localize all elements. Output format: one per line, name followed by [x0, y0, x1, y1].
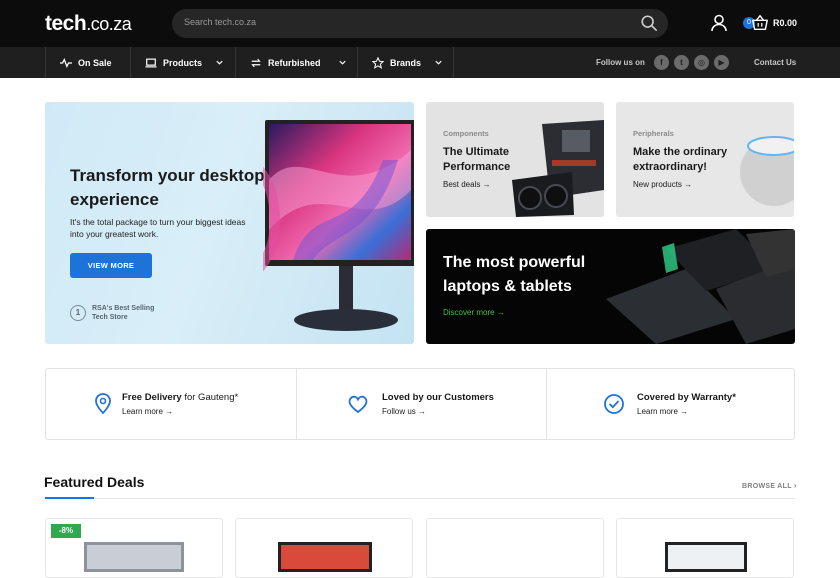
feature-free-delivery-link[interactable]: Learn more → — [122, 407, 173, 416]
feature-warranty[interactable]: Covered by Warranty* Learn more → — [546, 369, 796, 439]
arrow-right-icon: → — [165, 407, 174, 416]
promo-peripherals-eyebrow: Peripherals — [633, 129, 674, 138]
chevron-down-icon — [435, 60, 442, 65]
promo-laptops[interactable]: The most powerful laptops & tablets Disc… — [426, 229, 795, 344]
feature-loved[interactable]: Loved by our Customers Follow us → — [296, 369, 546, 439]
feature-loved-link[interactable]: Follow us → — [382, 407, 426, 416]
product-card[interactable] — [426, 518, 604, 578]
product-card[interactable] — [616, 518, 794, 578]
chevron-right-icon: › — [793, 481, 797, 490]
nav-brands[interactable]: Brands — [357, 47, 454, 78]
award-badge: 1 RSA's Best Selling Tech Store — [70, 304, 167, 322]
follow-us-label: Follow us on — [596, 58, 645, 67]
feature-free-delivery-rest: for Gauteng* — [181, 392, 239, 403]
arrow-right-icon: → — [496, 308, 505, 317]
nav-products-label: Products — [163, 57, 203, 68]
product-image — [84, 542, 184, 572]
logo-domain: .co.za — [86, 14, 132, 34]
feature-warranty-heading: Covered by Warranty* — [637, 392, 736, 403]
promo-peripherals-link-label: New products — [633, 180, 682, 189]
promo-laptops-link-label: Discover more — [443, 308, 495, 317]
search-icon[interactable] — [640, 14, 658, 32]
feature-free-delivery-bold: Free Delivery — [122, 392, 182, 403]
promo-peripherals-link[interactable]: New products → — [633, 180, 692, 189]
promo-peripherals-title: Make the ordinary extraordinary! — [633, 146, 728, 173]
promo-components-eyebrow: Components — [443, 129, 489, 138]
twitter-icon[interactable]: t — [674, 55, 689, 70]
hero-body: It's the total package to turn your bigg… — [70, 217, 246, 239]
section-divider — [45, 498, 795, 499]
product-image — [278, 542, 372, 572]
cart-total: R0.00 — [773, 18, 798, 28]
arrow-right-icon: → — [680, 407, 689, 416]
features-strip: Free Delivery for Gauteng* Learn more → … — [45, 368, 795, 440]
feature-free-delivery-heading: Free Delivery for Gauteng* — [122, 392, 238, 403]
location-pin-icon — [95, 393, 111, 415]
nav-refurbished[interactable]: Refurbished — [235, 47, 357, 78]
feature-loved-bold: Loved by our Customers — [382, 392, 494, 403]
facebook-icon[interactable]: f — [654, 55, 669, 70]
promo-laptops-link[interactable]: Discover more → — [443, 308, 505, 317]
nav-refurbished-label: Refurbished — [268, 57, 321, 68]
heart-icon — [348, 395, 368, 414]
motherboard-gpu-image — [512, 120, 604, 217]
star-icon — [372, 56, 384, 69]
product-card[interactable] — [235, 518, 413, 578]
product-card[interactable]: -8% — [45, 518, 223, 578]
discount-badge: -8% — [51, 524, 81, 538]
promo-peripherals[interactable]: Peripherals Make the ordinary extraordin… — [616, 102, 794, 217]
main-nav: On Sale Products Refurbished Brands Foll… — [0, 47, 840, 78]
refresh-icon — [251, 58, 261, 67]
nav-products[interactable]: Products — [130, 47, 234, 78]
pulse-icon — [60, 57, 72, 68]
arrow-right-icon: → — [418, 407, 427, 416]
feature-warranty-bold: Covered by Warranty* — [637, 392, 736, 403]
laptops-image — [606, 229, 795, 344]
logo-main: tech — [45, 12, 87, 35]
arrow-right-icon: → — [684, 180, 693, 189]
user-account-icon[interactable] — [709, 13, 729, 33]
monitor-image — [263, 120, 414, 331]
view-more-button[interactable]: VIEW MORE — [70, 253, 152, 278]
hero-banner[interactable]: Transform your desktop experience It's t… — [45, 102, 414, 344]
browse-all-label: BROWSE ALL — [742, 483, 792, 490]
feature-free-delivery-link-label: Learn more — [122, 407, 163, 416]
award-text: RSA's Best Selling Tech Store — [92, 305, 155, 321]
feature-warranty-link-label: Learn more — [637, 407, 678, 416]
laptop-icon — [145, 58, 157, 67]
chevron-down-icon — [339, 60, 346, 65]
section-accent-underline — [45, 497, 94, 499]
medal-icon: 1 — [70, 305, 86, 321]
browse-all-link[interactable]: BROWSE ALL › — [742, 481, 797, 490]
promo-components-link[interactable]: Best deals → — [443, 180, 491, 189]
nav-on-sale[interactable]: On Sale — [45, 47, 123, 78]
contact-us-link[interactable]: Contact Us — [754, 58, 796, 67]
nav-on-sale-label: On Sale — [78, 57, 112, 68]
promo-components-link-label: Best deals — [443, 180, 481, 189]
feature-free-delivery[interactable]: Free Delivery for Gauteng* Learn more → — [46, 369, 296, 439]
product-image — [665, 542, 747, 572]
top-bar: tech.co.za Search tech.co.za 0 R0.00 — [0, 0, 840, 47]
promo-components[interactable]: Components The Ultimate Performance Best… — [426, 102, 604, 217]
search-placeholder: Search tech.co.za — [184, 17, 257, 27]
check-circle-icon — [604, 394, 624, 414]
hero-title: Transform your desktop experience — [70, 166, 265, 209]
youtube-icon[interactable]: ▶ — [714, 55, 729, 70]
arrow-right-icon: → — [482, 180, 491, 189]
site-logo[interactable]: tech.co.za — [45, 12, 132, 36]
basket-icon — [752, 14, 768, 31]
feature-loved-heading: Loved by our Customers — [382, 392, 494, 403]
search-input[interactable]: Search tech.co.za — [172, 9, 668, 38]
instagram-icon[interactable]: ◎ — [694, 55, 709, 70]
chevron-down-icon — [216, 60, 223, 65]
feature-loved-link-label: Follow us — [382, 407, 416, 416]
nav-brands-label: Brands — [390, 57, 422, 68]
smart-speaker-image — [740, 136, 794, 206]
featured-deals-title: Featured Deals — [44, 474, 145, 490]
feature-warranty-link[interactable]: Learn more → — [637, 407, 688, 416]
